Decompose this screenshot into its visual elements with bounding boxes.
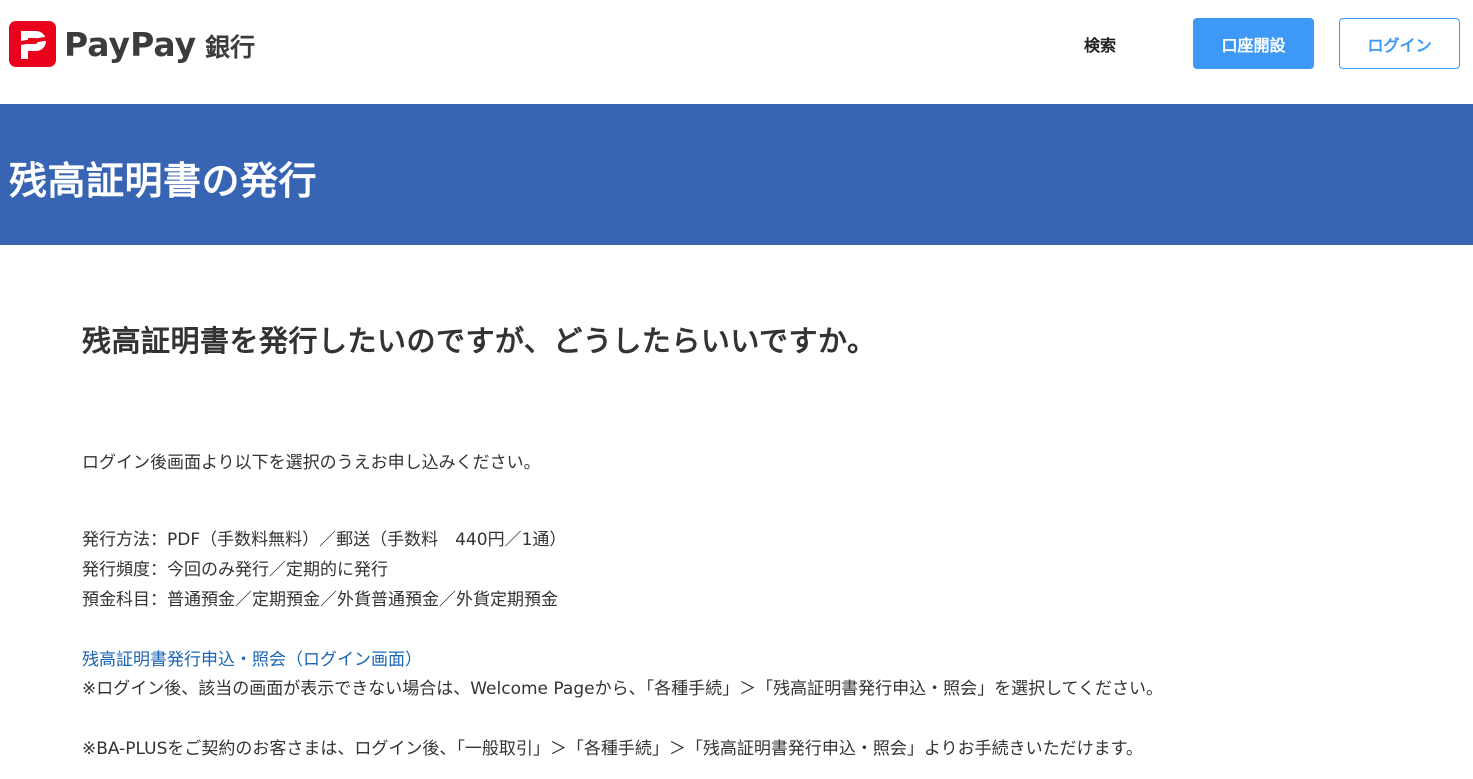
faq-content: 残高証明書を発行したいのですが、どうしたらいいですか。 ログイン後画面より以下を… <box>82 318 1382 759</box>
paypay-bank-logo[interactable]: PayPay 銀行 <box>9 21 255 67</box>
site-header: PayPay 銀行 検索 口座開設 ログイン <box>0 0 1473 104</box>
detail-method: 発行方法：PDF（手数料無料）／郵送（手数料 440円／1通） <box>82 530 567 550</box>
login-button[interactable]: ログイン <box>1339 18 1460 69</box>
issuance-details: 発行方法：PDF（手数料無料）／郵送（手数料 440円／1通） 発行頻度：今回の… <box>82 525 566 615</box>
welcome-page-note: ※ログイン後、該当の画面が表示できない場合は、Welcome Pageから、「各… <box>82 679 1164 699</box>
detail-frequency: 発行頻度：今回のみ発行／定期的に発行 <box>82 560 388 580</box>
faq-intro-text: ログイン後画面より以下を選択のうえお申し込みください。 <box>82 453 541 473</box>
detail-account-type: 預金科目：普通預金／定期預金／外貨普通預金／外貨定期預金 <box>82 590 558 610</box>
page-title: 残高証明書の発行 <box>9 159 318 203</box>
search-link[interactable]: 検索 <box>1084 32 1116 56</box>
ba-plus-note: ※BA-PLUSをご契約のお客さまは、ログイン後、「一般取引」＞「各種手続」＞「… <box>82 739 1143 759</box>
logo-brand-text: PayPay <box>64 24 197 64</box>
page-hero-banner: 残高証明書の発行 <box>0 104 1473 245</box>
paypay-logo-icon <box>9 21 56 67</box>
logo-bank-text: 銀行 <box>205 32 256 62</box>
certificate-request-link[interactable]: 残高証明書発行申込・照会（ログイン画面） <box>82 645 422 670</box>
open-account-button[interactable]: 口座開設 <box>1193 18 1314 69</box>
faq-question: 残高証明書を発行したいのですが、どうしたらいいですか。 <box>82 324 877 358</box>
